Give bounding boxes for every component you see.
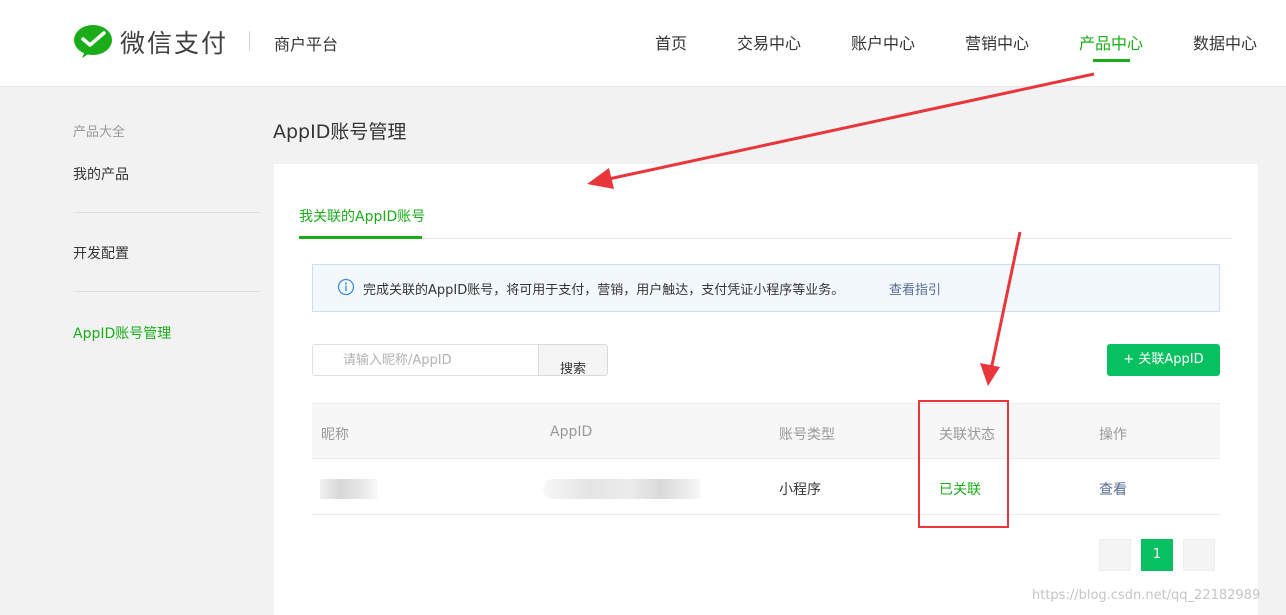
appid-redacted <box>543 479 700 499</box>
watermark: https://blog.csdn.net/qq_22182989 <box>1032 588 1261 603</box>
view-link[interactable]: 查看 <box>1099 479 1127 499</box>
page-title: AppID账号管理 <box>273 121 407 143</box>
nickname-redacted <box>320 479 378 499</box>
tab-active-indicator <box>299 236 422 239</box>
nav-transactions[interactable]: 交易中心 <box>737 30 801 54</box>
tab-linked-appids[interactable]: 我关联的AppID账号 <box>299 206 425 226</box>
nav-data[interactable]: 数据中心 <box>1193 30 1257 54</box>
notice-text: 完成关联的AppID账号，将可用于支付，营销，用户触达，支付凭证小程序等业务。 <box>363 283 845 298</box>
nav-active-indicator <box>1093 59 1130 62</box>
tab-bar-divider <box>299 238 1232 239</box>
column-account-type: 账号类型 <box>779 427 835 443</box>
column-nickname: 昵称 <box>321 427 349 443</box>
view-guide-link[interactable]: 查看指引 <box>889 279 941 298</box>
sidebar-item-my-products[interactable]: 我的产品 <box>73 164 129 184</box>
sidebar-item-appid-management[interactable]: AppID账号管理 <box>73 323 171 343</box>
platform-subtitle: 商户平台 <box>274 35 339 54</box>
top-header: 微信支付 商户平台 首页 交易中心 账户中心 营销中心 产品中心 数据中心 <box>0 0 1286 87</box>
search-button[interactable]: 搜索 <box>538 344 608 377</box>
nav-home[interactable]: 首页 <box>655 30 687 54</box>
brand-name: 微信支付 <box>120 29 229 58</box>
account-type-cell: 小程序 <box>779 482 821 498</box>
annotation-highlight-box <box>918 400 1009 528</box>
brand-divider <box>249 31 250 51</box>
column-actions: 操作 <box>1099 427 1127 443</box>
search-input[interactable] <box>312 344 540 376</box>
nav-account[interactable]: 账户中心 <box>851 30 915 54</box>
pagination-current-page[interactable]: 1 <box>1141 539 1173 571</box>
info-notice: 完成关联的AppID账号，将可用于支付，营销，用户触达，支付凭证小程序等业务。 … <box>312 264 1220 312</box>
info-icon <box>337 278 355 296</box>
pagination-next-button[interactable] <box>1183 539 1215 571</box>
nav-products[interactable]: 产品中心 <box>1079 30 1143 54</box>
nav-marketing[interactable]: 营销中心 <box>965 30 1029 54</box>
table-row: 小程序 已关联 查看 <box>312 459 1220 515</box>
column-appid: AppID <box>550 424 593 440</box>
wechat-pay-logo-icon[interactable] <box>73 24 113 60</box>
sidebar-item-dev-config[interactable]: 开发配置 <box>73 243 129 263</box>
add-appid-button[interactable]: + 关联AppID <box>1107 344 1220 376</box>
sidebar-divider <box>73 212 259 213</box>
sidebar-divider <box>73 291 259 292</box>
sidebar-group-title: 产品大全 <box>73 125 126 140</box>
table-header: 昵称 AppID 账号类型 关联状态 操作 <box>312 403 1220 459</box>
pagination-prev-button[interactable] <box>1099 539 1131 571</box>
